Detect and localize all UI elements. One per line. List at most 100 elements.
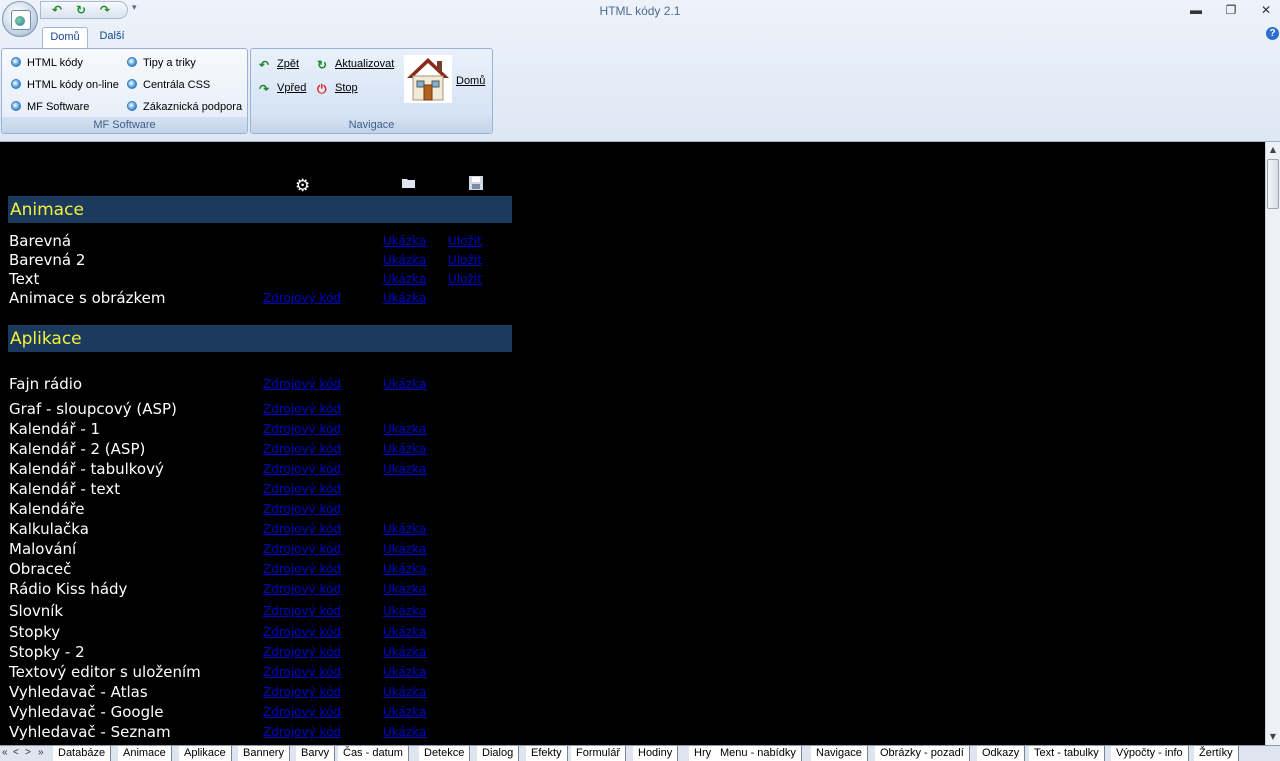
source-code-link[interactable]: Zdrojový kód (263, 582, 341, 596)
scroll-thumb[interactable] (1267, 159, 1279, 209)
close-button[interactable]: ✕ (1257, 2, 1275, 18)
demo-link[interactable]: Ukázka (383, 562, 426, 576)
qat-customize-icon[interactable]: ▾ (132, 3, 137, 13)
sheet-nav-arrow-icon[interactable]: « (2, 747, 8, 758)
scroll-down-icon[interactable]: ▼ (1266, 729, 1280, 745)
help-icon[interactable]: ? (1266, 27, 1279, 40)
source-code-link[interactable]: Zdrojový kód (263, 422, 341, 436)
sheet-tab[interactable]: Bannery (238, 746, 290, 761)
vertical-scrollbar[interactable]: ▲ ▼ (1265, 142, 1280, 745)
tab-dalsi[interactable]: Další (92, 27, 132, 47)
source-code-link[interactable]: Zdrojový kód (263, 625, 341, 639)
source-code-link[interactable]: Zdrojový kód (263, 665, 341, 679)
content-area: ⚙ Animace Barevná Ukázka Uložit Barevná 2 Uká… (0, 142, 1265, 745)
source-code-link[interactable]: Zdrojový kód (263, 402, 341, 416)
demo-link[interactable]: Ukázka (383, 422, 426, 436)
home-button[interactable] (404, 55, 452, 103)
nav-refresh-button[interactable]: ↻ Aktualizovat (317, 56, 394, 72)
demo-link[interactable]: Ukázka (383, 253, 426, 267)
source-code-link[interactable]: Zdrojový kód (263, 502, 341, 516)
demo-link[interactable]: Ukázka (383, 705, 426, 719)
restore-button[interactable]: ❐ (1222, 2, 1240, 18)
sheet-tab[interactable]: Detekce (419, 746, 471, 761)
sheet-nav-arrow-icon[interactable]: < (13, 747, 19, 758)
sheet-tab[interactable]: Čas - datum (338, 746, 409, 761)
demo-link[interactable]: Ukázka (383, 582, 426, 596)
qat-back-icon[interactable]: ↶ (49, 4, 65, 17)
ribbon-link-html-kody[interactable]: HTML kódy (11, 55, 83, 71)
section-divider (264, 223, 382, 226)
demo-link[interactable]: Ukázka (383, 645, 426, 659)
row-name: Vyhledavač - Google (9, 703, 164, 721)
sheet-tab[interactable]: Odkazy (977, 746, 1026, 761)
sheet-nav-arrow-icon[interactable]: » (38, 747, 44, 758)
nav-stop-button[interactable]: ⏻ Stop (317, 80, 358, 96)
source-code-link[interactable]: Zdrojový kód (263, 685, 341, 699)
save-link[interactable]: Uložit (448, 234, 482, 248)
source-code-link[interactable]: Zdrojový kód (263, 645, 341, 659)
source-code-link[interactable]: Zdrojový kód (263, 462, 341, 476)
demo-link[interactable]: Ukázka (383, 685, 426, 699)
qat-refresh-icon[interactable]: ↻ (73, 4, 89, 17)
nav-home-label[interactable]: Domů (456, 73, 485, 89)
sheet-tab[interactable]: Aplikace (179, 746, 232, 761)
sheet-tab[interactable]: Barvy (296, 746, 336, 761)
sheet-tab[interactable]: Efekty (526, 746, 568, 761)
demo-link[interactable]: Ukázka (383, 725, 426, 739)
section-title: Animace (10, 200, 84, 220)
save-link[interactable]: Uložit (448, 253, 482, 267)
ribbon-link-zakaznicka-podpora[interactable]: Zákaznická podpora (127, 99, 242, 115)
demo-link[interactable]: Ukázka (383, 291, 426, 305)
source-code-link[interactable]: Zdrojový kód (263, 604, 341, 618)
source-code-link[interactable]: Zdrojový kód (263, 562, 341, 576)
demo-link[interactable]: Ukázka (383, 604, 426, 618)
minimize-button[interactable]: ▬ (1187, 2, 1205, 18)
row-name: Textový editor s uložením (9, 663, 201, 681)
sheet-tab[interactable]: Hry (689, 746, 718, 761)
sheet-tab[interactable]: Navigace (811, 746, 868, 761)
demo-link[interactable]: Ukázka (383, 272, 426, 286)
demo-link[interactable]: Ukázka (383, 522, 426, 536)
ribbon-link-centrala-css[interactable]: Centrála CSS (127, 77, 210, 93)
sheet-tab[interactable]: Formulář (571, 746, 627, 761)
application-menu-button[interactable] (2, 1, 38, 37)
demo-link[interactable]: Ukázka (383, 377, 426, 391)
sheet-tab[interactable]: Obrázky - pozadí (875, 746, 970, 761)
bullet-icon (127, 79, 137, 89)
scroll-up-icon[interactable]: ▲ (1266, 142, 1280, 158)
row-name: Vyhledavač - Seznam (9, 723, 171, 741)
tab-domu[interactable]: Domů (42, 27, 88, 48)
sheet-tab[interactable]: Animace (118, 746, 172, 761)
nav-home-text: Domů (456, 75, 486, 87)
source-code-link[interactable]: Zdrojový kód (263, 522, 341, 536)
save-link[interactable]: Uložit (448, 272, 482, 286)
source-code-link[interactable]: Zdrojový kód (263, 291, 341, 305)
demo-link[interactable]: Ukázka (383, 442, 426, 456)
sheet-nav-arrow-icon[interactable]: > (25, 747, 31, 758)
source-code-link[interactable]: Zdrojový kód (263, 482, 341, 496)
sheet-tab[interactable]: Databáze (53, 746, 112, 761)
sheet-tab[interactable]: Hodiny (633, 746, 679, 761)
qat-forward-icon[interactable]: ↷ (97, 4, 113, 17)
nav-back-button[interactable]: ↶ Zpět (259, 56, 299, 72)
demo-link[interactable]: Ukázka (383, 542, 426, 556)
sheet-tab[interactable]: Výpočty - info (1111, 746, 1189, 761)
sheet-tab[interactable]: Text - tabulky (1029, 746, 1105, 761)
ribbon-link-html-kody-online[interactable]: HTML kódy on-line (11, 77, 119, 93)
source-code-link[interactable]: Zdrojový kód (263, 442, 341, 456)
source-code-link[interactable]: Zdrojový kód (263, 542, 341, 556)
source-code-link[interactable]: Zdrojový kód (263, 377, 341, 391)
ribbon-link-tipy-a-triky[interactable]: Tipy a triky (127, 55, 196, 71)
demo-link[interactable]: Ukázka (383, 665, 426, 679)
demo-link[interactable]: Ukázka (383, 234, 426, 248)
nav-forward-button[interactable]: ↷ Vpřed (259, 80, 306, 96)
section-header-bar: Aplikace (8, 325, 512, 352)
source-code-link[interactable]: Zdrojový kód (263, 725, 341, 739)
sheet-tab[interactable]: Dialog (477, 746, 520, 761)
sheet-tab[interactable]: Žertíky (1194, 746, 1239, 761)
source-code-link[interactable]: Zdrojový kód (263, 705, 341, 719)
sheet-tab[interactable]: Menu - nabídky (715, 746, 802, 761)
demo-link[interactable]: Ukázka (383, 625, 426, 639)
ribbon-link-mf-software[interactable]: MF Software (11, 99, 89, 115)
demo-link[interactable]: Ukázka (383, 462, 426, 476)
